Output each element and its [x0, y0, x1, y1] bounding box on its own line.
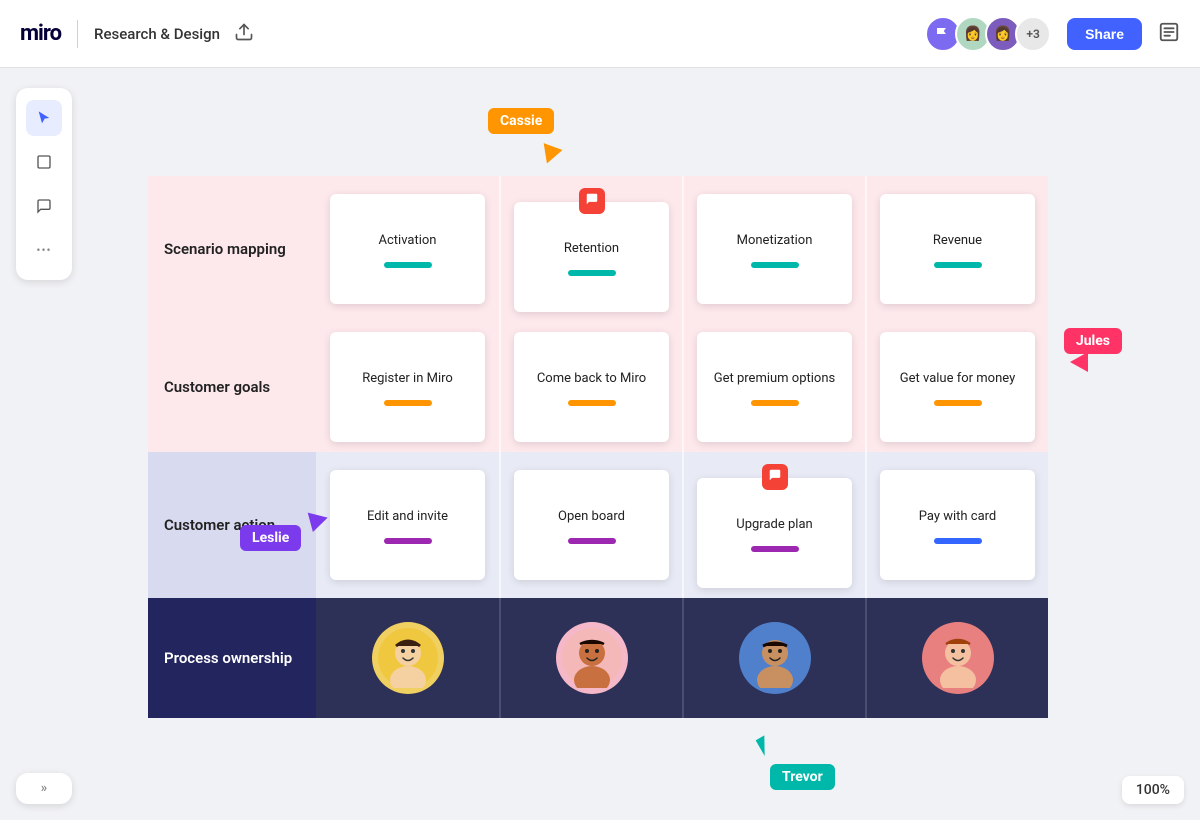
process-cell-3	[682, 598, 865, 718]
cell-action-1: Edit and invite	[316, 452, 499, 598]
cassie-arrow	[538, 143, 563, 167]
sticky-bar	[751, 546, 799, 552]
avatar-group: 👩 👩 +3	[925, 16, 1051, 52]
sticky-bar	[934, 262, 982, 268]
sticky-bar	[934, 400, 982, 406]
action-cells: Edit and invite Open board Up	[316, 452, 1048, 598]
row-scenario: Scenario mapping Activation Retention	[148, 176, 1048, 322]
sticky-bar	[751, 262, 799, 268]
process-avatar-3	[739, 622, 811, 694]
share-button[interactable]: Share	[1067, 18, 1142, 50]
zoom-indicator: 100%	[1122, 776, 1184, 804]
trevor-arrow	[756, 735, 779, 764]
cursor-tool[interactable]	[26, 100, 62, 136]
chat-icon-upgrade	[762, 464, 788, 490]
jules-arrow	[1070, 352, 1088, 372]
cell-goals-2: Come back to Miro	[499, 322, 682, 452]
row-label-scenario: Scenario mapping	[148, 176, 316, 322]
cell-scenario-3: Monetization	[682, 176, 865, 322]
process-avatar-2	[556, 622, 628, 694]
sticky-premium[interactable]: Get premium options	[697, 332, 852, 442]
sticky-bar	[384, 538, 432, 544]
jules-cursor: Jules	[1064, 328, 1122, 354]
sticky-retention[interactable]: Retention	[514, 202, 669, 312]
header-right: 👩 👩 +3 Share	[925, 16, 1180, 52]
sticky-value[interactable]: Get value for money	[880, 332, 1035, 442]
sticky-openboard[interactable]: Open board	[514, 470, 669, 580]
main-grid: Scenario mapping Activation Retention	[148, 176, 1048, 718]
cell-action-2: Open board	[499, 452, 682, 598]
sticky-revenue[interactable]: Revenue	[880, 194, 1035, 304]
left-toolbar: •••	[16, 88, 72, 280]
process-cells	[316, 598, 1048, 718]
cell-scenario-4: Revenue	[865, 176, 1048, 322]
cell-action-3: Upgrade plan	[682, 452, 865, 598]
sticky-bar	[568, 400, 616, 406]
chat-icon-retention	[579, 188, 605, 214]
trevor-cursor: Trevor	[770, 764, 835, 790]
note-tool[interactable]	[26, 144, 62, 180]
avatar-count: +3	[1015, 16, 1051, 52]
sticky-comeback[interactable]: Come back to Miro	[514, 332, 669, 442]
cell-scenario-2: Retention	[499, 176, 682, 322]
process-avatar-4	[922, 622, 994, 694]
cell-goals-4: Get value for money	[865, 322, 1048, 452]
cassie-cursor: Cassie	[488, 108, 554, 134]
sticky-edit[interactable]: Edit and invite	[330, 470, 485, 580]
sticky-bar	[568, 270, 616, 276]
board-title: Research & Design	[94, 25, 220, 43]
row-action: Customer action Edit and invite Open boa…	[148, 452, 1048, 598]
row-label-action: Customer action	[148, 452, 316, 598]
scenario-cells: Activation Retention Monetiza	[316, 176, 1048, 322]
sticky-bar	[934, 538, 982, 544]
cell-goals-1: Register in Miro	[316, 322, 499, 452]
process-cell-2	[499, 598, 682, 718]
row-label-process: Process ownership	[148, 598, 316, 718]
canvas: Cassie Jules Leslie Trevor Scenario mapp…	[0, 68, 1200, 820]
goals-cells: Register in Miro Come back to Miro Get p…	[316, 322, 1048, 452]
notes-icon[interactable]	[1158, 21, 1180, 47]
logo: miro	[20, 21, 61, 46]
sticky-bar	[568, 538, 616, 544]
sticky-bar	[384, 262, 432, 268]
more-tool[interactable]: •••	[26, 232, 62, 268]
sticky-pay[interactable]: Pay with card	[880, 470, 1035, 580]
cell-scenario-1: Activation	[316, 176, 499, 322]
sticky-monetization[interactable]: Monetization	[697, 194, 852, 304]
row-goals: Customer goals Register in Miro Come bac…	[148, 322, 1048, 452]
row-process: Process ownership	[148, 598, 1048, 718]
header-divider	[77, 20, 78, 48]
sticky-activation[interactable]: Activation	[330, 194, 485, 304]
comment-tool[interactable]	[26, 188, 62, 224]
expand-icon: »	[41, 781, 47, 796]
process-avatar-1	[372, 622, 444, 694]
sticky-upgrade[interactable]: Upgrade plan	[697, 478, 852, 588]
process-cell-4	[865, 598, 1048, 718]
sticky-register[interactable]: Register in Miro	[330, 332, 485, 442]
cell-action-4: Pay with card	[865, 452, 1048, 598]
header: miro Research & Design 👩 👩 +3 Share	[0, 0, 1200, 68]
process-cell-1	[316, 598, 499, 718]
cell-goals-3: Get premium options	[682, 322, 865, 452]
sticky-bar	[751, 400, 799, 406]
expand-toolbar[interactable]: »	[16, 773, 72, 804]
sticky-bar	[384, 400, 432, 406]
row-label-goals: Customer goals	[148, 322, 316, 452]
upload-icon[interactable]	[234, 22, 254, 46]
